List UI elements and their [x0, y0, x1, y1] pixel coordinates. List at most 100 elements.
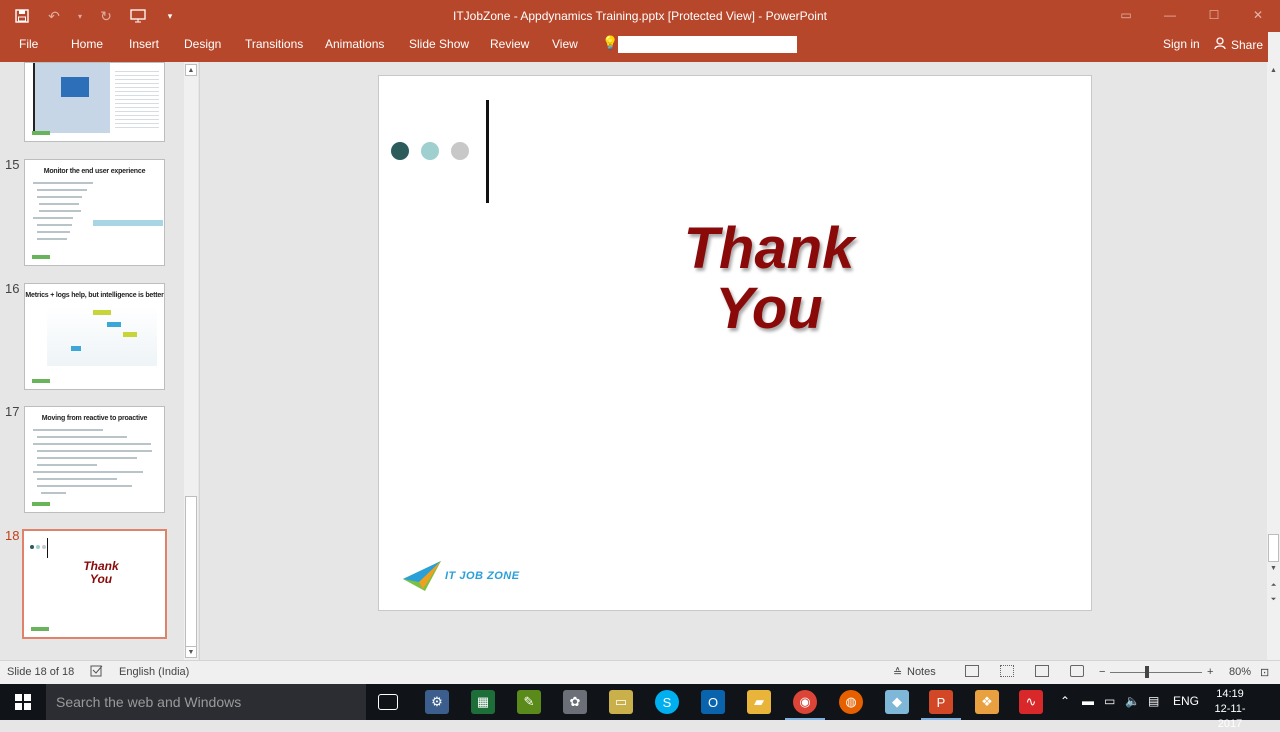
- database-app-icon[interactable]: ▦: [471, 690, 495, 714]
- zoom-slider[interactable]: [1110, 672, 1202, 673]
- app-hex-icon[interactable]: ❖: [975, 690, 999, 714]
- maximize-icon[interactable]: ☐: [1192, 0, 1236, 30]
- thumb-text-line: [37, 436, 127, 438]
- spelling-check-icon[interactable]: [90, 664, 104, 681]
- slide-sorter-icon[interactable]: [1000, 665, 1014, 677]
- tab-slide-show[interactable]: Slide Show: [405, 37, 473, 51]
- thumb-dot: [42, 545, 46, 549]
- thumb-text-line: [37, 231, 70, 233]
- tab-insert[interactable]: Insert: [125, 37, 163, 51]
- powerpoint-icon[interactable]: P: [921, 690, 961, 720]
- tab-home[interactable]: Home: [67, 37, 107, 51]
- reading-view-icon[interactable]: [1035, 665, 1049, 677]
- next-slide-icon[interactable]: ⏷: [1268, 594, 1279, 606]
- close-icon[interactable]: ✕: [1236, 0, 1280, 30]
- firefox-icon[interactable]: ◍: [839, 690, 863, 714]
- slide-number: 18: [5, 528, 20, 543]
- language-indicator[interactable]: English (India): [119, 666, 189, 678]
- app-icon[interactable]: ◆: [885, 690, 909, 714]
- start-button[interactable]: [0, 684, 46, 720]
- tab-animations[interactable]: Animations: [321, 37, 388, 51]
- data-table-image: [115, 68, 159, 128]
- zoom-level[interactable]: 80%: [1229, 666, 1251, 678]
- thumb-text-line: [33, 471, 143, 473]
- normal-view-icon[interactable]: [965, 665, 979, 677]
- minimize-icon[interactable]: —: [1148, 0, 1192, 30]
- previous-slide-icon[interactable]: ⏶: [1268, 580, 1279, 592]
- sign-in-link[interactable]: Sign in: [1163, 37, 1200, 51]
- action-center-icon[interactable]: ▤: [1148, 694, 1159, 708]
- tab-review[interactable]: Review: [486, 37, 533, 51]
- paper-plane-icon: [403, 561, 441, 591]
- ribbon-display-options-icon[interactable]: ▭: [1104, 0, 1148, 30]
- title-bar: ↶ ▾ ↻ ▾ ITJobZone - Appdynamics Training…: [0, 0, 1280, 32]
- vertical-divider: [486, 100, 489, 203]
- zoom-slider-knob[interactable]: [1145, 666, 1149, 678]
- thank-you-text[interactable]: Thank You: [649, 219, 889, 339]
- thumb-text-line: [37, 450, 152, 452]
- input-language[interactable]: ENG: [1173, 694, 1199, 708]
- thumb-chart-box: [93, 310, 111, 315]
- thumb-text-line: [39, 210, 81, 212]
- zoom-out-icon[interactable]: −: [1099, 666, 1105, 678]
- thank-you-line1: Thank: [683, 216, 855, 281]
- chrome-icon[interactable]: ◉: [785, 690, 825, 720]
- share-button[interactable]: Share: [1208, 34, 1269, 56]
- slide-thumbnail-14[interactable]: [24, 62, 165, 142]
- thumb-chart: [47, 306, 157, 366]
- system-clock[interactable]: 14:19 12-11-2017: [1206, 687, 1254, 732]
- volume-icon[interactable]: 🔈: [1125, 694, 1140, 708]
- paint-app-icon[interactable]: ✿: [563, 690, 587, 714]
- thumb-dot: [30, 545, 34, 549]
- slide-thumbnail-18[interactable]: Thank You: [22, 529, 167, 639]
- tray-device-icon[interactable]: ▬: [1082, 694, 1094, 708]
- scroll-down-icon[interactable]: ▼: [1268, 562, 1279, 574]
- thumb-text-line: [37, 196, 82, 198]
- task-view-icon[interactable]: [378, 694, 398, 710]
- slide-thumbnail-17[interactable]: Moving from reactive to proactive: [24, 406, 165, 513]
- thumb-divider: [33, 63, 35, 133]
- tab-transitions[interactable]: Transitions: [241, 37, 307, 51]
- slide-thumbnail-16[interactable]: Metrics + logs help, but intelligence is…: [24, 283, 165, 390]
- file-explorer-icon[interactable]: ▰: [747, 690, 771, 714]
- notes-icon[interactable]: ≙: [893, 666, 902, 679]
- scroll-up-icon[interactable]: ▲: [1268, 64, 1279, 76]
- network-app-icon[interactable]: ⚙: [425, 690, 449, 714]
- notepad-app-icon[interactable]: ✎: [517, 690, 541, 714]
- thumb-title: Monitor the end user experience: [43, 168, 146, 175]
- thumb-logo: [32, 255, 50, 259]
- thumb-text-line: [37, 457, 137, 459]
- scroll-up-icon[interactable]: ▲: [185, 64, 197, 76]
- network-icon[interactable]: ▭: [1104, 694, 1115, 708]
- tell-me-input[interactable]: [618, 36, 797, 53]
- slide-canvas[interactable]: Thank You IT JOB ZONE: [378, 75, 1092, 611]
- thumb-diagram: [93, 220, 163, 226]
- show-hidden-icons-icon[interactable]: ⌃: [1060, 694, 1070, 708]
- scrollbar-thumb[interactable]: [185, 496, 197, 650]
- notes-button[interactable]: Notes: [907, 666, 936, 678]
- thumb-text-line: [37, 464, 97, 466]
- zoom-in-icon[interactable]: +: [1207, 666, 1213, 678]
- folder-app-icon[interactable]: ▭: [609, 690, 633, 714]
- thumb-title: Moving from reactive to proactive: [41, 415, 148, 422]
- thumbnail-scrollbar[interactable]: ▲ ▼: [184, 62, 198, 660]
- tab-design[interactable]: Design: [180, 37, 225, 51]
- thumb-chart-box: [123, 332, 137, 337]
- thumb-text-line: [37, 189, 87, 191]
- tab-view[interactable]: View: [548, 37, 582, 51]
- person-icon: [1214, 37, 1227, 53]
- tab-file[interactable]: File: [15, 37, 42, 51]
- thumb-logo: [31, 627, 49, 631]
- taskbar-search-box[interactable]: Search the web and Windows: [46, 684, 366, 720]
- editor-scrollbar[interactable]: ▲ ▼ ⏶ ⏷: [1267, 62, 1280, 660]
- scrollbar-thumb[interactable]: [1268, 534, 1279, 562]
- thumb-text-line: [37, 478, 117, 480]
- fit-to-window-icon[interactable]: ⊡: [1260, 666, 1269, 679]
- skype-icon[interactable]: S: [655, 690, 679, 714]
- airtel-icon[interactable]: ∿: [1019, 690, 1043, 714]
- scroll-down-icon[interactable]: ▼: [185, 646, 197, 658]
- slide-show-icon[interactable]: [1070, 665, 1084, 677]
- clock-time: 14:19: [1216, 688, 1244, 700]
- outlook-icon[interactable]: O: [701, 690, 725, 714]
- slide-thumbnail-15[interactable]: Monitor the end user experience: [24, 159, 165, 266]
